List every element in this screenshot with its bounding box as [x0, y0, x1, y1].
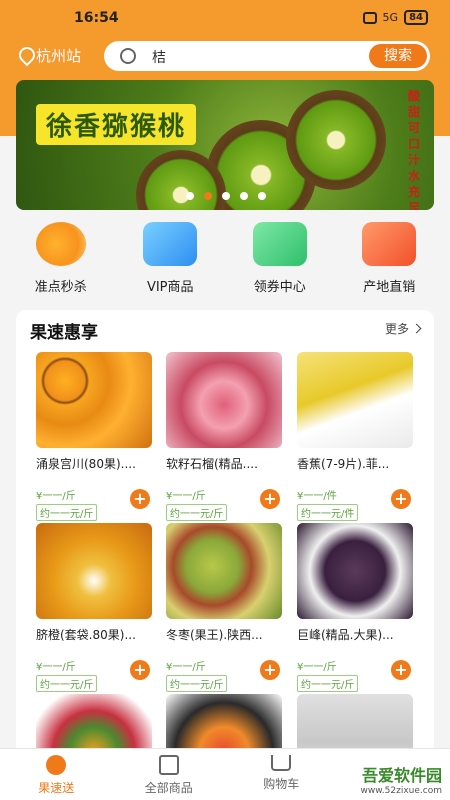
- status-bar: 16:54 5G 84: [0, 0, 450, 36]
- deals-section: 果速惠享 更多 涌泉宫川(80果).... ¥一一/斤 约一一元/斤 + 软籽石…: [16, 310, 434, 770]
- quick-link-label: 准点秒杀: [34, 280, 87, 295]
- tab-label: 全部商品: [144, 781, 193, 795]
- alarm-icon: [362, 11, 377, 24]
- product-card[interactable]: 软籽石榴(精品.... ¥一一/斤 约一一元/斤 +: [166, 352, 284, 521]
- product-name: 巨峰(精品.大果)...: [297, 628, 394, 642]
- search-icon: [120, 48, 136, 64]
- search-input[interactable]: 桔: [152, 47, 166, 67]
- product-unit-price: 约一一元/斤: [297, 675, 359, 692]
- quick-link-direct-sale[interactable]: 产地直销: [339, 216, 439, 302]
- banner-slogan: 酸甜可口汁水充足: [408, 89, 421, 210]
- section-title: 果速惠享: [30, 323, 98, 343]
- add-to-cart-button[interactable]: +: [391, 660, 411, 680]
- tab-cart[interactable]: 购物车: [225, 749, 338, 800]
- watermark: 吾爱软件园 www.52zixue.com: [361, 762, 442, 796]
- tab-label: 购物车: [263, 777, 300, 791]
- quick-links: 准点秒杀 VIP商品 领券中心 产地直销: [0, 216, 450, 302]
- banner-dot-active[interactable]: [204, 192, 212, 200]
- product-name: 冬枣(果王).陕西...: [166, 628, 263, 642]
- add-to-cart-button[interactable]: +: [130, 489, 150, 509]
- more-label: 更多: [384, 322, 409, 336]
- product-name: 涌泉宫川(80果)....: [36, 457, 136, 471]
- add-to-cart-button[interactable]: +: [260, 660, 280, 680]
- status-icons: 5G 84: [362, 10, 428, 25]
- product-card[interactable]: 冬枣(果王).陕西... ¥一一/斤 约一一元/斤 +: [166, 523, 284, 692]
- product-unit-price: 约一一元/斤: [36, 675, 98, 692]
- search-button[interactable]: 搜索: [369, 44, 427, 68]
- product-image: [166, 523, 282, 619]
- location-label: 杭州站: [36, 47, 82, 65]
- quick-link-label: VIP商品: [146, 280, 194, 295]
- search-bar[interactable]: 桔 搜索: [104, 41, 430, 71]
- quick-link-flash-sale[interactable]: 准点秒杀: [11, 216, 111, 302]
- quick-link-coupons[interactable]: 领券中心: [230, 216, 330, 302]
- banner-area: 徐香猕猴桃 酸甜可口汁水充足: [0, 76, 450, 216]
- watermark-url: www.52zixue.com: [360, 786, 442, 796]
- quick-link-label: 产地直销: [363, 280, 416, 295]
- tab-label: 果速送: [38, 781, 75, 795]
- add-to-cart-button[interactable]: +: [391, 489, 411, 509]
- product-image: [297, 523, 413, 619]
- grid-icon: [158, 755, 179, 775]
- product-card[interactable]: 香蕉(7-9片).菲... ¥一一/件 约一一元/件 +: [297, 352, 415, 521]
- product-image: [166, 352, 282, 448]
- product-unit-price: 约一一元/斤: [166, 675, 228, 692]
- quick-link-label: 领券中心: [253, 280, 306, 295]
- signal-indicator: 5G: [382, 11, 399, 24]
- product-card[interactable]: 涌泉宫川(80果).... ¥一一/斤 约一一元/斤 +: [36, 352, 154, 521]
- banner-dot[interactable]: [258, 192, 266, 200]
- location-selector[interactable]: 杭州站: [18, 45, 81, 66]
- flash-sale-icon: [35, 222, 86, 266]
- banner-dot[interactable]: [222, 192, 230, 200]
- product-name: 香蕉(7-9片).菲...: [297, 457, 390, 471]
- battery-indicator: 84: [404, 10, 428, 25]
- app-header: 杭州站 桔 搜索: [0, 36, 450, 76]
- banner-dot[interactable]: [186, 192, 194, 200]
- product-image: [36, 523, 152, 619]
- product-image: [36, 352, 152, 448]
- watermark-title: 吾爱软件园: [361, 766, 442, 785]
- tab-all-products[interactable]: 全部商品: [113, 749, 226, 800]
- product-card[interactable]: 脐橙(套袋.80果)... ¥一一/斤 约一一元/斤 +: [36, 523, 154, 692]
- banner-dot[interactable]: [240, 192, 248, 200]
- product-image: [297, 352, 413, 448]
- add-to-cart-button[interactable]: +: [130, 660, 150, 680]
- banner-title: 徐香猕猴桃: [36, 104, 197, 145]
- chevron-right-icon: [411, 323, 422, 334]
- cart-icon: [271, 755, 292, 771]
- product-card[interactable]: 巨峰(精品.大果)... ¥一一/斤 约一一元/斤 +: [297, 523, 415, 692]
- tab-home[interactable]: 果速送: [0, 749, 113, 800]
- banner-pagination: [186, 192, 266, 200]
- more-link[interactable]: 更多: [384, 320, 422, 337]
- status-time: 16:54: [74, 10, 119, 26]
- vip-icon: [143, 222, 198, 266]
- promo-banner[interactable]: 徐香猕猴桃 酸甜可口汁水充足: [16, 80, 434, 210]
- coupon-icon: [252, 222, 307, 266]
- product-name: 软籽石榴(精品....: [166, 457, 258, 471]
- product-unit-price: 约一一元/斤: [166, 504, 228, 521]
- product-unit-price: 约一一元/斤: [36, 504, 98, 521]
- quick-link-vip[interactable]: VIP商品: [120, 216, 220, 302]
- location-pin-icon: [18, 47, 32, 65]
- kiwi-image: [286, 90, 386, 190]
- orange-fruit-icon: [46, 755, 67, 775]
- product-unit-price: 约一一元/件: [297, 504, 359, 521]
- truck-icon: [362, 222, 417, 266]
- add-to-cart-button[interactable]: +: [260, 489, 280, 509]
- product-name: 脐橙(套袋.80果)...: [36, 628, 136, 642]
